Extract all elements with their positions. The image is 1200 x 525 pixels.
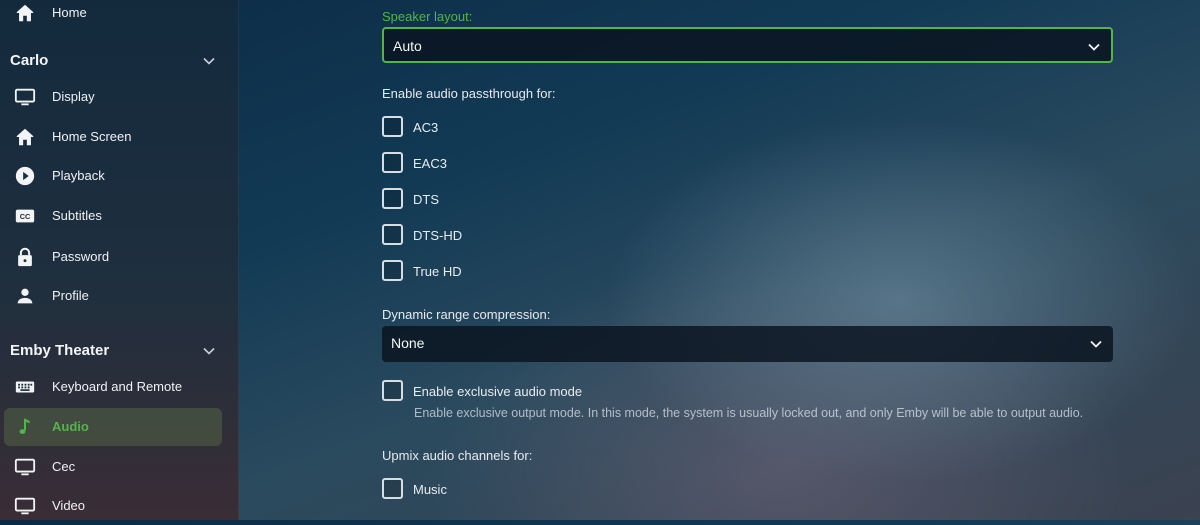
checkbox-box[interactable] — [382, 188, 403, 209]
keyboard-icon — [15, 381, 35, 393]
sidebar-item-profile[interactable]: Profile — [4, 277, 222, 315]
section-title: Emby Theater — [10, 342, 110, 359]
passthrough-label: Enable audio passthrough for: — [382, 86, 556, 101]
upmix-label: Upmix audio channels for: — [382, 448, 533, 463]
sidebar-item-label: Subtitles — [52, 208, 102, 223]
sidebar-item-keyboard-and-remote[interactable]: Keyboard and Remote — [4, 368, 222, 406]
checkbox-box[interactable] — [382, 260, 403, 281]
sidebar-item-label: Password — [52, 249, 110, 264]
sidebar-item-label: Video — [52, 498, 86, 513]
sidebar-item-label: Playback — [52, 168, 105, 183]
sidebar-item-label: Keyboard and Remote — [52, 379, 183, 394]
chevron-down-icon — [1088, 43, 1100, 51]
checkbox-box[interactable] — [382, 478, 403, 499]
checkbox-label: DTS — [413, 192, 439, 207]
sidebar-item-label: Audio — [52, 419, 89, 434]
section-header-emby-theater[interactable]: Emby Theater — [0, 336, 238, 366]
section-title: Carlo — [10, 52, 49, 69]
monitor-icon — [14, 497, 36, 515]
speaker-layout-select[interactable]: Auto — [382, 27, 1113, 63]
select-value: Auto — [393, 38, 422, 54]
section-header-carlo[interactable]: Carlo — [0, 46, 238, 76]
checkbox-label: Music — [413, 482, 447, 497]
sidebar-item-label: Display — [52, 89, 95, 104]
sidebar-item-home-screen[interactable]: Home Screen — [4, 118, 222, 156]
sidebar-item-label: Home — [52, 5, 87, 20]
checkbox-label: DTS-HD — [413, 228, 463, 243]
home-icon — [16, 128, 34, 146]
checkbox-label: True HD — [413, 264, 462, 279]
chevron-down-icon — [1090, 340, 1102, 348]
monitor-icon — [14, 88, 36, 106]
checkbox-box[interactable] — [382, 116, 403, 137]
sidebar-item-video[interactable]: Video — [4, 487, 222, 525]
sidebar-item-label: Cec — [52, 459, 76, 474]
closed-captions-icon: CC — [15, 209, 35, 223]
checkbox-label: EAC3 — [413, 156, 447, 171]
select-value: None — [391, 335, 425, 351]
sidebar-item-label: Profile — [52, 288, 89, 303]
sidebar-item-label: Home Screen — [52, 129, 132, 144]
chevron-down-icon — [203, 347, 215, 355]
music-note-icon — [19, 418, 30, 434]
sidebar: Home Carlo Display Home Screen Playback … — [0, 0, 239, 520]
sidebar-item-playback[interactable]: Playback — [4, 157, 222, 195]
sidebar-item-password[interactable]: Password — [4, 238, 222, 276]
monitor-icon — [14, 458, 36, 476]
sidebar-item-display[interactable]: Display — [4, 78, 222, 116]
drc-label: Dynamic range compression: — [382, 307, 551, 322]
sidebar-item-audio[interactable]: Audio — [4, 408, 222, 446]
svg-text:CC: CC — [20, 212, 31, 221]
chevron-down-icon — [203, 57, 215, 65]
speaker-layout-label: Speaker layout: — [382, 9, 473, 24]
home-icon — [16, 4, 34, 22]
checkbox-box[interactable] — [382, 152, 403, 173]
drc-select[interactable]: None — [382, 326, 1113, 362]
sidebar-item-cec[interactable]: Cec — [4, 448, 222, 486]
checkbox-box[interactable] — [382, 380, 403, 401]
play-circle-icon — [15, 166, 35, 186]
person-icon — [17, 288, 33, 304]
sidebar-item-subtitles[interactable]: CC Subtitles — [4, 197, 222, 235]
checkbox-label: Enable exclusive audio mode — [413, 384, 583, 399]
exclusive-audio-description: Enable exclusive output mode. In this mo… — [414, 406, 1084, 420]
checkbox-label: AC3 — [413, 120, 439, 135]
lock-icon — [18, 247, 32, 267]
sidebar-item-home[interactable]: Home — [4, 0, 222, 32]
checkbox-box[interactable] — [382, 224, 403, 245]
